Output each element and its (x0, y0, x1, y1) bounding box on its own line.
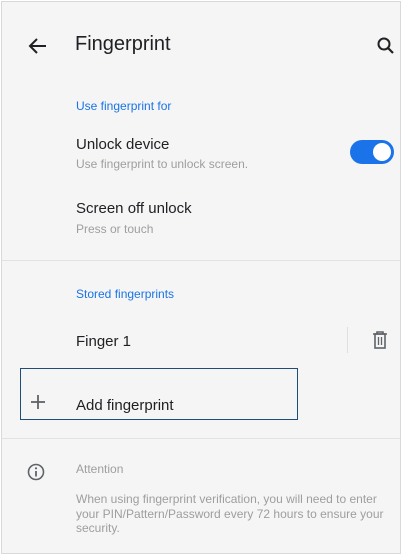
vertical-separator (347, 327, 348, 353)
attention-title: Attention (76, 462, 124, 476)
search-button[interactable] (374, 34, 398, 58)
plus-icon (28, 392, 48, 412)
search-icon (377, 37, 394, 54)
app-bar: Fingerprint (2, 2, 400, 88)
unlock-device-title: Unlock device (76, 136, 170, 153)
toggle-knob (373, 143, 391, 161)
delete-finger-1-button[interactable] (370, 329, 390, 351)
finger-1-label: Finger 1 (76, 333, 132, 350)
back-button[interactable] (24, 32, 52, 60)
trash-icon (373, 331, 387, 349)
arrow-back-icon (28, 38, 46, 54)
stored-fingerprints-section-header: Stored fingerprints (76, 287, 175, 301)
page-title: Fingerprint (75, 33, 171, 55)
use-fingerprint-section-header: Use fingerprint for (76, 99, 172, 113)
divider (2, 438, 400, 439)
screen-off-unlock-subtitle: Press or touch (76, 222, 154, 236)
add-fingerprint-label: Add fingerprint (76, 397, 174, 414)
unlock-device-subtitle: Use fingerprint to unlock screen. (76, 157, 249, 171)
screen-off-unlock-title: Screen off unlock (76, 200, 192, 217)
unlock-device-toggle[interactable] (350, 140, 394, 164)
attention-text: When using fingerprint verification, you… (76, 492, 384, 535)
info-icon (26, 462, 46, 482)
fingerprint-settings-screen: Fingerprint Use fingerprint for Unlock d… (1, 1, 401, 554)
divider (2, 260, 400, 261)
